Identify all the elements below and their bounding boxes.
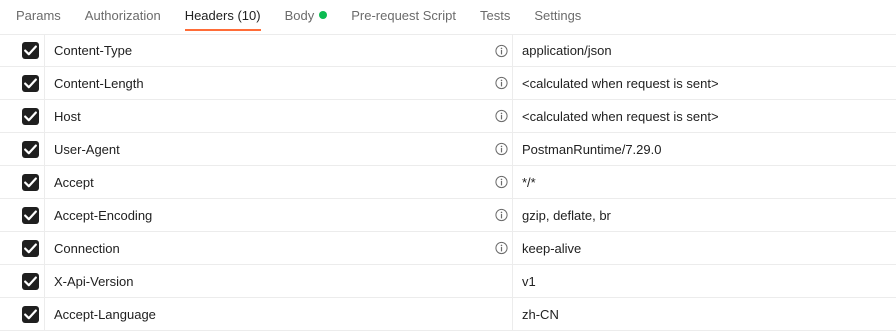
tab-label: Body [284,8,315,23]
tab-tests[interactable]: Tests [480,0,510,33]
tab-authorization[interactable]: Authorization [85,0,161,33]
header-value-cell[interactable]: gzip, deflate, br [513,199,896,231]
info-icon[interactable] [495,175,508,189]
tab-label: Tests [479,8,511,23]
header-enabled-checkbox[interactable] [22,239,39,257]
header-key-cell[interactable]: Host [45,100,513,132]
tab-label: Params [16,8,61,23]
header-enabled-checkbox[interactable] [22,74,39,92]
header-key-cell[interactable]: Connection [45,232,513,264]
checkbox-cell [0,100,45,132]
table-row: X-Api-Version v1 [0,265,896,298]
header-value: gzip, deflate, br [522,207,611,223]
body-indicator-dot [319,11,328,19]
header-value: */* [522,174,536,190]
tab-label: Settings [534,8,582,23]
header-value-cell[interactable]: PostmanRuntime/7.29.0 [513,133,896,165]
header-value-cell[interactable]: keep-alive [513,232,896,264]
header-key-cell[interactable]: Accept [45,166,513,198]
table-row: Accept */* [0,166,896,199]
header-key-cell[interactable]: Accept-Encoding [45,199,513,231]
header-key-cell[interactable]: Accept-Language [45,298,513,330]
info-icon[interactable] [495,109,508,123]
header-key: Connection [54,240,120,256]
header-value-cell[interactable]: <calculated when request is sent> [513,100,896,132]
tab-label: Headers [184,8,234,23]
header-value-cell[interactable]: zh-CN [513,298,896,330]
header-enabled-checkbox[interactable] [22,140,39,158]
header-enabled-checkbox[interactable] [22,305,39,323]
tab-label: Pre-request Script [351,8,456,23]
header-value: <calculated when request is sent> [522,108,719,124]
header-key: Accept-Encoding [54,207,153,223]
checkbox-cell [0,298,45,330]
header-key: User-Agent [54,141,120,157]
checkbox-cell [0,35,45,66]
tab-body[interactable]: Body [285,0,328,33]
header-key: Host [54,108,81,124]
header-value: zh-CN [522,306,559,322]
table-row: Accept-Language zh-CN [0,298,896,331]
header-value: keep-alive [522,240,582,256]
header-enabled-checkbox[interactable] [22,272,39,290]
header-count: (10) [237,8,261,23]
tab-settings[interactable]: Settings [534,0,581,33]
header-enabled-checkbox[interactable] [22,42,39,59]
header-value: v1 [522,273,536,289]
checkbox-cell [0,133,45,165]
header-value-cell[interactable]: */* [513,166,896,198]
checkbox-cell [0,67,45,99]
tab-pre-request-script[interactable]: Pre-request Script [351,0,456,33]
header-key-cell[interactable]: User-Agent [45,133,513,165]
info-icon[interactable] [495,208,508,222]
header-enabled-checkbox[interactable] [22,107,39,125]
table-row: Host <calculated when request is sent> [0,100,896,133]
header-key: Content-Type [54,43,133,58]
headers-table: Content-Type application/json Content-Leng… [0,34,896,331]
request-tabs: Params Authorization Headers (10) Body P… [0,0,896,33]
tab-label: Authorization [84,8,161,23]
info-icon[interactable] [495,76,508,90]
header-enabled-checkbox[interactable] [22,173,39,191]
checkbox-cell [0,232,45,264]
header-value: application/json [522,43,612,58]
header-key: Content-Length [54,75,144,91]
tab-params[interactable]: Params [16,0,61,33]
header-value-cell[interactable]: v1 [513,265,896,297]
table-row: Accept-Encoding gzip, deflate, br [0,199,896,232]
table-row: Content-Length <calculated when request i… [0,67,896,100]
header-value-cell[interactable]: application/json [513,35,896,66]
header-key: Accept-Language [54,306,156,322]
checkbox-cell [0,166,45,198]
header-value: <calculated when request is sent> [522,75,719,91]
checkbox-cell [0,265,45,297]
info-icon[interactable] [495,241,508,255]
header-enabled-checkbox[interactable] [22,206,39,224]
header-key-cell[interactable]: X-Api-Version [45,265,513,297]
table-row: Content-Type application/json [0,34,896,67]
header-key-cell[interactable]: Content-Type [45,35,513,66]
table-row: Connection keep-alive [0,232,896,265]
tab-headers[interactable]: Headers (10) [184,0,261,33]
header-value-cell[interactable]: <calculated when request is sent> [513,67,896,99]
header-key: Accept [54,174,94,190]
header-key-cell[interactable]: Content-Length [45,67,513,99]
header-key: X-Api-Version [54,273,134,289]
info-icon[interactable] [495,44,508,57]
header-value: PostmanRuntime/7.29.0 [522,141,662,157]
info-icon[interactable] [495,142,508,156]
checkbox-cell [0,199,45,231]
table-row: User-Agent PostmanRuntime/7.29.0 [0,133,896,166]
